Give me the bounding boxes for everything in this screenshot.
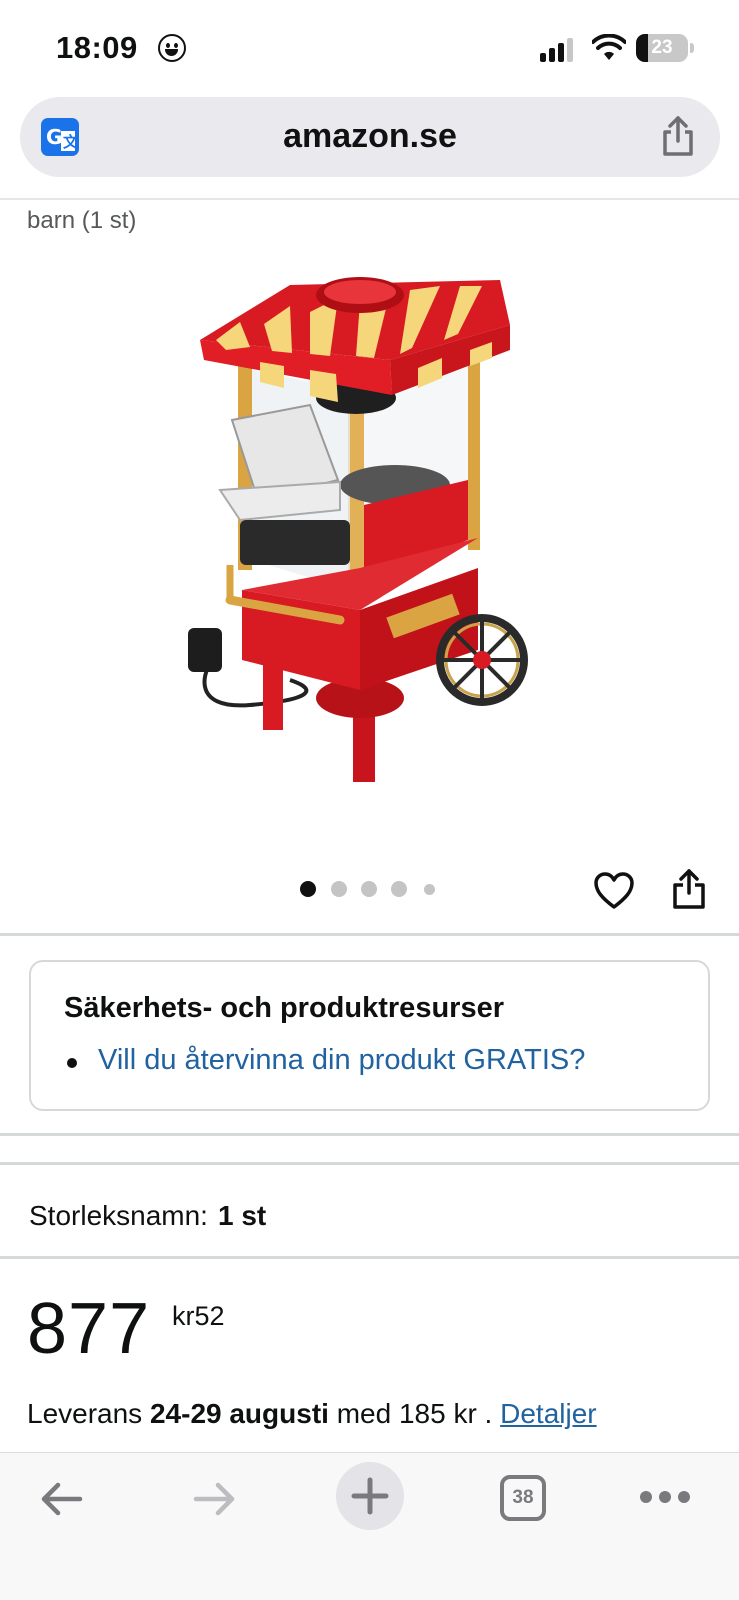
delivery-prefix: Leverans bbox=[27, 1398, 143, 1429]
carousel-dot[interactable] bbox=[391, 881, 407, 897]
url-text[interactable]: amazon.se bbox=[20, 117, 720, 156]
forward-arrow-icon[interactable] bbox=[192, 1479, 238, 1519]
carousel-dot[interactable] bbox=[331, 881, 347, 897]
battery-percent: 23 bbox=[651, 37, 673, 58]
divider bbox=[0, 933, 739, 936]
price-fraction: kr52 bbox=[172, 1301, 225, 1331]
bullet bbox=[67, 1058, 77, 1068]
plus-icon bbox=[351, 1477, 389, 1515]
status-time: 18:09 bbox=[56, 30, 138, 65]
battery-icon: 23 bbox=[636, 34, 688, 62]
share-icon[interactable] bbox=[660, 115, 696, 157]
tabs-button[interactable]: 38 bbox=[500, 1475, 546, 1521]
details-link[interactable]: Detaljer bbox=[500, 1398, 596, 1429]
share-icon[interactable] bbox=[672, 868, 706, 910]
delivery-dates: 24-29 augusti bbox=[149, 1398, 329, 1429]
divider bbox=[0, 198, 739, 200]
carousel-dot[interactable] bbox=[300, 881, 316, 897]
product-title[interactable]: barn (1 st) bbox=[27, 207, 136, 235]
product-image[interactable] bbox=[160, 250, 580, 810]
browser-toolbar: 38 bbox=[0, 1452, 739, 1600]
image-carousel-dots[interactable] bbox=[300, 881, 440, 901]
new-tab-button[interactable] bbox=[336, 1462, 404, 1530]
smiley-icon bbox=[158, 34, 186, 62]
heart-icon[interactable] bbox=[594, 872, 634, 910]
delivery-cost: med 185 kr . bbox=[336, 1398, 493, 1429]
size-label: Storleksnamn: bbox=[29, 1200, 208, 1231]
back-arrow-icon[interactable] bbox=[38, 1479, 84, 1519]
recycle-link[interactable]: Vill du återvinna din produkt GRATIS? bbox=[98, 1044, 585, 1077]
status-bar: 18:09 23 bbox=[0, 0, 739, 96]
address-bar[interactable]: G 文 amazon.se bbox=[20, 97, 720, 177]
divider bbox=[0, 1162, 739, 1165]
divider bbox=[0, 1133, 739, 1136]
size-selector[interactable]: Storleksnamn: 1 st bbox=[29, 1200, 266, 1232]
safety-resources-card: Säkerhets- och produktresurser Vill du å… bbox=[29, 960, 710, 1111]
cellular-signal-icon bbox=[540, 38, 578, 62]
carousel-dot[interactable] bbox=[424, 884, 435, 895]
price-whole: 877 bbox=[27, 1289, 151, 1369]
safety-title: Säkerhets- och produktresurser bbox=[64, 992, 504, 1024]
delivery-info: Leverans 24-29 augusti med 185 kr . Deta… bbox=[27, 1398, 597, 1430]
more-icon[interactable] bbox=[640, 1491, 690, 1505]
divider bbox=[0, 1256, 739, 1259]
size-value: 1 st bbox=[217, 1200, 267, 1231]
wifi-icon bbox=[592, 34, 626, 60]
carousel-dot[interactable] bbox=[361, 881, 377, 897]
